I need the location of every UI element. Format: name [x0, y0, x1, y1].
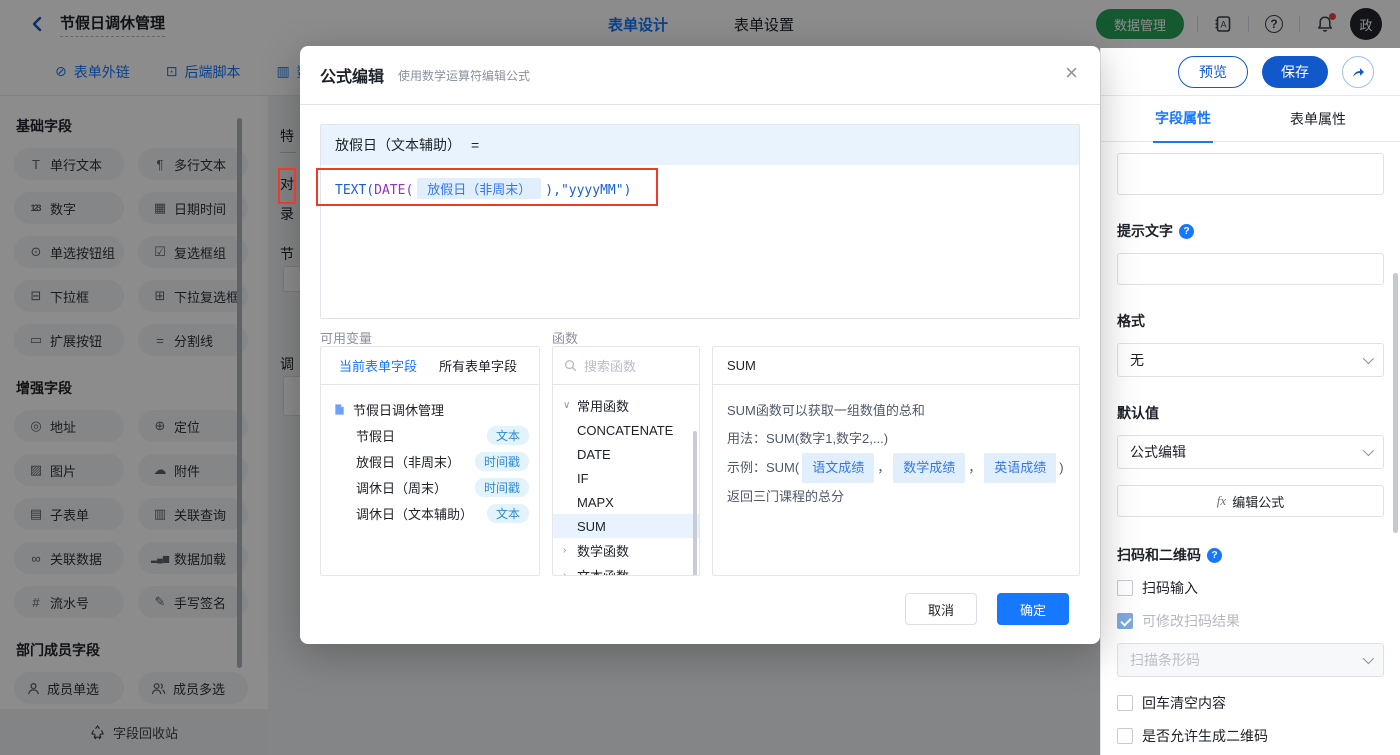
app-screen: 节假日调休管理 表单设计 表单设置 数据管理 A ? 政 ⊘ 表单外链	[0, 0, 1400, 755]
example-field-chip: 数学成绩	[893, 453, 965, 483]
modal-title: 公式编辑	[320, 63, 384, 87]
function-detail-panel: SUM SUM函数可以获取一组数值的总和 用法：SUM(数字1,数字2,...)…	[712, 346, 1080, 576]
close-icon[interactable]: ×	[1065, 62, 1078, 84]
modal-overlay[interactable]	[0, 0, 1400, 48]
chevron-down-icon	[1363, 445, 1374, 456]
checkbox-allow-qr[interactable]: 是否允许生成二维码	[1117, 726, 1384, 746]
hint-text-input[interactable]	[1117, 253, 1384, 285]
cancel-button[interactable]: 取消	[905, 593, 977, 625]
function-group-common[interactable]: ∨常用函数	[553, 393, 699, 418]
format-select[interactable]: 无	[1117, 343, 1384, 377]
function-example: 示例：SUM(语文成绩，数学成绩，英语成绩)返回三门课程的总分	[727, 453, 1065, 511]
format-label: 格式	[1117, 311, 1384, 331]
default-value-select[interactable]: 公式编辑	[1117, 435, 1384, 469]
variable-item[interactable]: 调休日（周末）时间戳	[333, 474, 529, 500]
share-arrow-icon	[1350, 64, 1366, 80]
variables-panel: 当前表单字段 所有表单字段 节假日调休管理 节假日文本 放假日（非周末）时间戳 …	[320, 346, 540, 576]
caret-down-icon: ∨	[563, 400, 571, 411]
example-field-chip: 英语成绩	[984, 453, 1056, 483]
barcode-type-select[interactable]: 扫描条形码	[1117, 643, 1384, 677]
function-usage: 用法：SUM(数字1,数字2,...)	[727, 425, 1065, 453]
function-item-if[interactable]: IF	[553, 466, 699, 490]
equals-sign: =	[471, 137, 479, 153]
function-description: SUM函数可以获取一组数值的总和	[727, 397, 1065, 425]
function-group-math[interactable]: ›数学函数	[553, 538, 699, 563]
field-type-badge: 文本	[487, 504, 529, 523]
target-field-name: 放假日（文本辅助）	[335, 135, 461, 155]
function-item-mapx[interactable]: MAPX	[553, 490, 699, 514]
function-search-input[interactable]: 搜索函数	[553, 347, 699, 385]
function-list-scrollbar[interactable]	[693, 431, 697, 576]
caret-right-icon: ›	[563, 545, 571, 556]
default-value-label: 默认值	[1117, 403, 1384, 423]
function-detail-body: SUM函数可以获取一组数值的总和 用法：SUM(数字1,数字2,...) 示例：…	[713, 385, 1079, 523]
function-item-concatenate[interactable]: CONCATENATE	[553, 418, 699, 442]
properties-tabs: 字段属性 表单属性	[1101, 96, 1400, 142]
field-type-badge: 时间戳	[475, 478, 529, 497]
checkbox-icon[interactable]	[1117, 580, 1133, 596]
description-input[interactable]	[1117, 153, 1384, 195]
chevron-down-icon	[1363, 353, 1374, 364]
function-list: ∨常用函数 CONCATENATE DATE IF MAPX SUM ›数学函数…	[553, 385, 699, 576]
tab-field-properties[interactable]: 字段属性	[1153, 95, 1213, 143]
checkbox-icon[interactable]	[1117, 728, 1133, 744]
formula-rest: ),"yyyyMM")	[545, 183, 631, 198]
formula-field-chip[interactable]: 放假日（非周末）	[417, 178, 541, 199]
tab-all-form-fields[interactable]: 所有表单字段	[439, 356, 517, 375]
formula-target: 放假日（文本辅助） =	[321, 125, 1079, 165]
hint-text-label: 提示文字	[1117, 221, 1173, 241]
tree-root-form[interactable]: 节假日调休管理	[333, 396, 529, 422]
checkbox-icon[interactable]	[1117, 695, 1133, 711]
modal-header: 公式编辑 使用数学运算符编辑公式 ×	[300, 46, 1100, 105]
caret-right-icon: ›	[563, 570, 571, 576]
share-button[interactable]	[1342, 56, 1374, 88]
fx-icon: fx	[1217, 493, 1226, 509]
formula-fn-date: DATE(	[374, 183, 413, 198]
edit-formula-button[interactable]: fx编辑公式	[1117, 485, 1384, 517]
checkbox-enter-clear[interactable]: 回车清空内容	[1117, 693, 1384, 713]
checkbox-modify-scan-result[interactable]: 可修改扫码结果	[1117, 611, 1384, 631]
tab-form-properties[interactable]: 表单属性	[1288, 96, 1348, 142]
function-item-date[interactable]: DATE	[553, 442, 699, 466]
properties-panel: 预览 保存 字段属性 表单属性 提示文字? 格式 无 默认值 公式编辑 fx编辑…	[1100, 48, 1400, 755]
formula-fn-text: TEXT(	[335, 183, 374, 198]
search-icon	[564, 359, 577, 372]
field-properties-body: 提示文字? 格式 无 默认值 公式编辑 fx编辑公式 扫码和二维码? 扫码输入 …	[1101, 143, 1400, 755]
functions-panel: 搜索函数 ∨常用函数 CONCATENATE DATE IF MAPX SUM …	[552, 346, 700, 576]
field-type-badge: 文本	[487, 426, 529, 445]
designer-actions: 预览 保存	[1101, 48, 1400, 96]
checkbox-checked-icon[interactable]	[1117, 613, 1133, 629]
variables-tree: 节假日调休管理 节假日文本 放假日（非周末）时间戳 调休日（周末）时间戳 调休日…	[321, 385, 539, 526]
help-icon[interactable]: ?	[1207, 548, 1222, 563]
variables-label: 可用变量	[320, 328, 372, 347]
modal-subtitle: 使用数学运算符编辑公式	[398, 67, 530, 84]
checkbox-scan-input[interactable]: 扫码输入	[1117, 578, 1384, 598]
chevron-down-icon	[1363, 653, 1374, 664]
variable-item[interactable]: 调休日（文本辅助）文本	[333, 500, 529, 526]
help-icon[interactable]: ?	[1179, 224, 1194, 239]
function-group-text[interactable]: ›文本函数	[553, 563, 699, 576]
formula-editor-modal: 公式编辑 使用数学运算符编辑公式 × 放假日（文本辅助） = TEXT(DATE…	[300, 46, 1100, 644]
preview-button[interactable]: 预览	[1178, 56, 1248, 88]
formula-editor: 放假日（文本辅助） = TEXT(DATE( 放假日（非周末） ),"yyyyMM"…	[320, 124, 1080, 319]
function-detail-name: SUM	[713, 347, 1079, 385]
save-button[interactable]: 保存	[1262, 56, 1328, 88]
function-item-sum-selected[interactable]: SUM	[553, 514, 699, 538]
scan-section-label: 扫码和二维码	[1117, 545, 1201, 565]
field-type-badge: 时间戳	[475, 452, 529, 471]
variable-item[interactable]: 节假日文本	[333, 422, 529, 448]
tab-current-form-fields[interactable]: 当前表单字段	[339, 356, 417, 375]
functions-label: 函数	[552, 328, 578, 347]
example-field-chip: 语文成绩	[802, 453, 874, 483]
formula-input-area[interactable]: TEXT(DATE( 放假日（非周末） ),"yyyyMM")	[321, 165, 1079, 318]
confirm-button[interactable]: 确定	[997, 593, 1069, 625]
panel-scrollbar[interactable]	[1393, 273, 1398, 533]
document-icon	[333, 403, 346, 416]
variable-item[interactable]: 放假日（非周末）时间戳	[333, 448, 529, 474]
